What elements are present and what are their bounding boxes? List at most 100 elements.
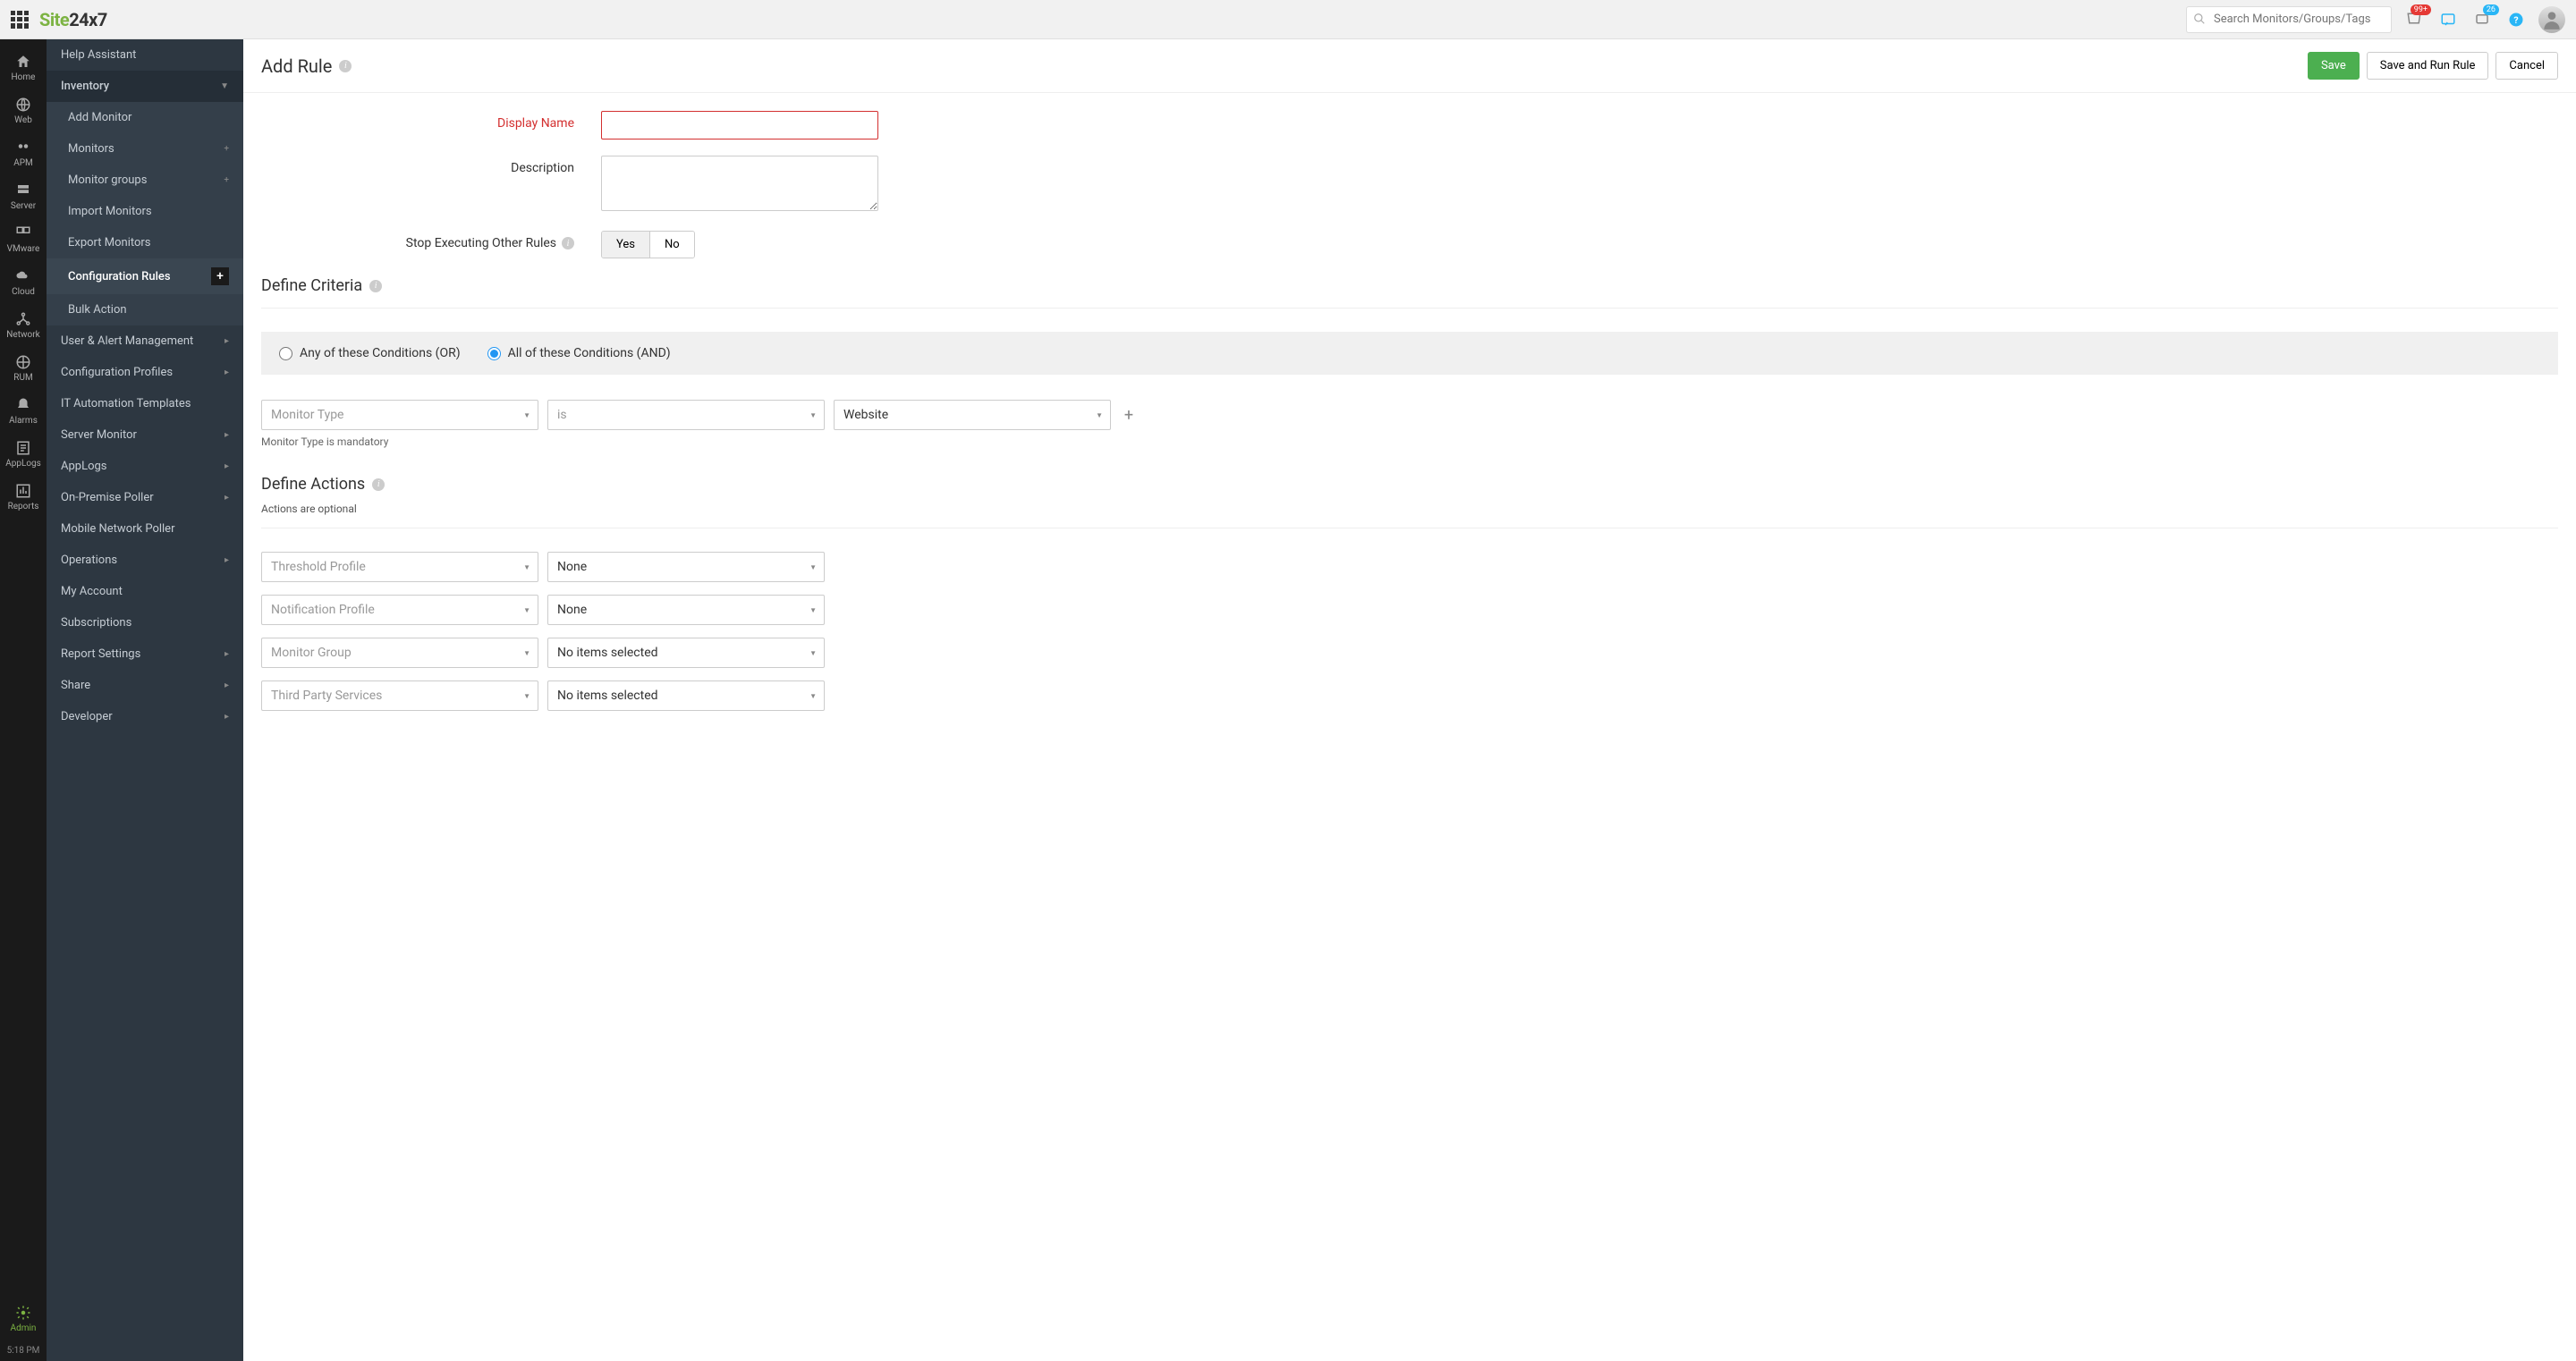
sidebar-developer[interactable]: Developer▸ (47, 701, 243, 732)
action-group-value[interactable]: No items selected (547, 638, 825, 668)
separator (261, 308, 2558, 309)
criteria-bar: Any of these Conditions (OR) All of thes… (261, 332, 2558, 375)
search-box (2186, 6, 2392, 33)
alerts-icon[interactable]: 26 (2470, 8, 2494, 31)
radio-any[interactable]: Any of these Conditions (OR) (279, 346, 461, 360)
sidebar: Help Assistant Inventory▼ Add Monitor Mo… (47, 39, 243, 1361)
rail-alarms[interactable]: Alarms (0, 390, 47, 433)
sidebar-config-profiles[interactable]: Configuration Profiles▸ (47, 357, 243, 388)
toggle-no[interactable]: No (649, 232, 694, 258)
rail-rum[interactable]: RUM (0, 347, 47, 390)
criteria-field-select[interactable]: Monitor Type (261, 400, 538, 430)
chevron-right-icon: ▸ (225, 461, 229, 471)
info-icon[interactable]: i (562, 237, 574, 249)
chevron-right-icon: ▸ (225, 336, 229, 346)
rail-cloud[interactable]: Cloud (0, 261, 47, 304)
plus-icon[interactable]: + (224, 175, 229, 185)
sidebar-configuration-rules[interactable]: Configuration Rules+ (47, 258, 243, 294)
rail-home[interactable]: Home (0, 46, 47, 89)
action-thirdparty-value[interactable]: No items selected (547, 680, 825, 711)
action-thirdparty-select[interactable]: Third Party Services (261, 680, 538, 711)
info-icon[interactable]: i (369, 280, 382, 292)
rail-web[interactable]: Web (0, 89, 47, 132)
rail-network[interactable]: Network (0, 304, 47, 347)
svg-text:?: ? (2513, 13, 2518, 25)
action-threshold-select[interactable]: Threshold Profile (261, 552, 538, 582)
sidebar-account[interactable]: My Account (47, 576, 243, 607)
save-button[interactable]: Save (2308, 52, 2360, 80)
criteria-value-select[interactable]: Website (834, 400, 1111, 430)
criteria-operator-select[interactable]: is (547, 400, 825, 430)
apps-grid-icon[interactable] (11, 11, 29, 29)
sidebar-operations[interactable]: Operations▸ (47, 545, 243, 576)
sidebar-onpremise[interactable]: On-Premise Poller▸ (47, 482, 243, 513)
page-header: Add Rule i Save Save and Run Rule Cancel (243, 39, 2576, 93)
action-group-select[interactable]: Monitor Group (261, 638, 538, 668)
sidebar-share[interactable]: Share▸ (47, 670, 243, 701)
chevron-right-icon: ▸ (225, 649, 229, 659)
chevron-down-icon: ▼ (220, 81, 229, 91)
sidebar-help[interactable]: Help Assistant (47, 39, 243, 71)
chevron-right-icon: ▸ (225, 430, 229, 440)
page-title: Add Rule i (261, 55, 352, 77)
sidebar-mobile-poller[interactable]: Mobile Network Poller (47, 513, 243, 545)
criteria-title: Define Criteria i (261, 276, 2558, 295)
chevron-right-icon: ▸ (225, 712, 229, 722)
display-name-input[interactable] (601, 111, 878, 139)
add-criteria-button[interactable]: + (1120, 406, 1138, 424)
chevron-right-icon: ▸ (225, 368, 229, 377)
search-input[interactable] (2186, 6, 2392, 33)
actions-title: Define Actions i (261, 475, 2558, 494)
display-name-label: Display Name (261, 111, 601, 131)
sidebar-report-settings[interactable]: Report Settings▸ (47, 638, 243, 670)
rail-time: 5:18 PM (7, 1340, 40, 1361)
toggle-yes[interactable]: Yes (602, 232, 649, 258)
action-threshold-value[interactable]: None (547, 552, 825, 582)
sidebar-automation[interactable]: IT Automation Templates (47, 388, 243, 419)
avatar[interactable] (2538, 6, 2565, 33)
notifications-icon[interactable]: 99+ (2402, 8, 2426, 31)
sidebar-inventory[interactable]: Inventory▼ (47, 71, 243, 102)
sidebar-monitor-groups[interactable]: Monitor groups+ (47, 165, 243, 196)
alerts-badge: 26 (2483, 4, 2499, 15)
cancel-button[interactable]: Cancel (2496, 52, 2558, 80)
rail-reports[interactable]: Reports (0, 476, 47, 519)
notifications-badge: 99+ (2411, 4, 2431, 15)
info-icon[interactable]: i (372, 478, 385, 491)
description-input[interactable] (601, 156, 878, 211)
rail-apm[interactable]: APM (0, 132, 47, 175)
sidebar-add-monitor[interactable]: Add Monitor (47, 102, 243, 133)
plus-icon[interactable]: + (224, 144, 229, 154)
sidebar-user-alert[interactable]: User & Alert Management▸ (47, 325, 243, 357)
save-run-button[interactable]: Save and Run Rule (2367, 52, 2489, 80)
chevron-right-icon: ▸ (225, 555, 229, 565)
logo: Site24x7 (39, 9, 107, 30)
chat-icon[interactable] (2436, 8, 2460, 31)
radio-all[interactable]: All of these Conditions (AND) (487, 346, 671, 360)
action-notification-select[interactable]: Notification Profile (261, 595, 538, 625)
sidebar-export-monitors[interactable]: Export Monitors (47, 227, 243, 258)
sidebar-bulk-action[interactable]: Bulk Action (47, 294, 243, 325)
search-icon (2193, 13, 2206, 29)
rail-server[interactable]: Server (0, 175, 47, 218)
nav-rail: Home Web APM Server VMware Cloud Network… (0, 39, 47, 1361)
description-label: Description (261, 156, 601, 175)
topbar: Site24x7 99+ 26 ? (0, 0, 2576, 39)
criteria-hint: Monitor Type is mandatory (261, 435, 2558, 448)
sidebar-monitors[interactable]: Monitors+ (47, 133, 243, 165)
chevron-right-icon: ▸ (225, 493, 229, 503)
rail-admin[interactable]: Admin (0, 1298, 47, 1340)
rail-applogs[interactable]: AppLogs (0, 433, 47, 476)
sidebar-import-monitors[interactable]: Import Monitors (47, 196, 243, 227)
action-notification-value[interactable]: None (547, 595, 825, 625)
sidebar-server-monitor[interactable]: Server Monitor▸ (47, 419, 243, 451)
sidebar-subscriptions[interactable]: Subscriptions (47, 607, 243, 638)
stop-exec-label: Stop Executing Other Rules i (261, 231, 601, 250)
main-content: Add Rule i Save Save and Run Rule Cancel… (243, 39, 2576, 1361)
info-icon[interactable]: i (339, 60, 352, 72)
help-icon[interactable]: ? (2504, 8, 2528, 31)
add-icon[interactable]: + (211, 267, 229, 285)
rail-vmware[interactable]: VMware (0, 218, 47, 261)
actions-sub: Actions are optional (261, 503, 2558, 515)
sidebar-applogs[interactable]: AppLogs▸ (47, 451, 243, 482)
